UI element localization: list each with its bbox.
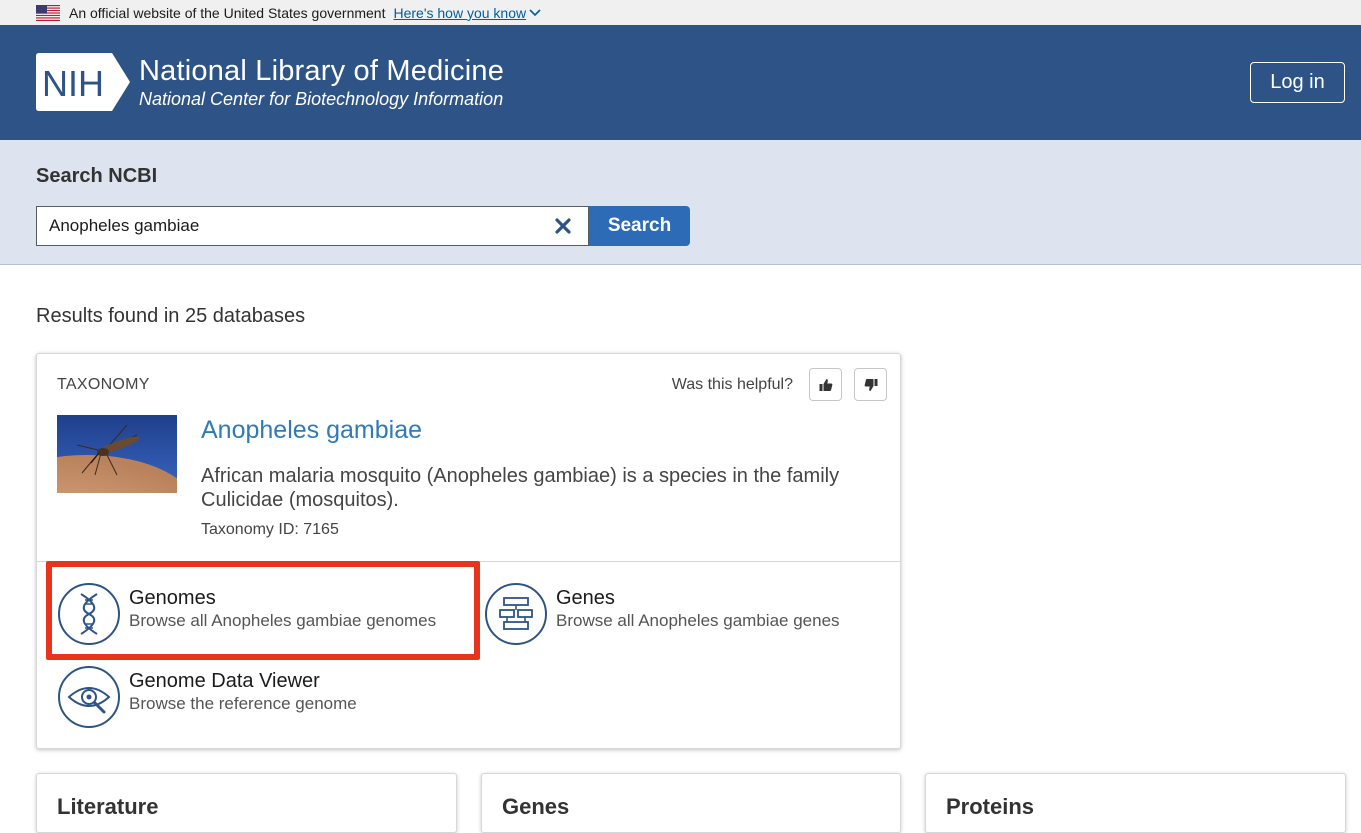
genes-title: Genes [556,587,615,609]
search-label: Search NCBI [36,165,158,187]
taxonomy-id: Taxonomy ID: 7165 [201,521,339,538]
nih-badge-icon: NIH [36,53,130,111]
taxonomy-title-link[interactable]: Anopheles gambiae [201,416,422,445]
gov-banner-text: An official website of the United States… [69,4,386,21]
genomes-title: Genomes [129,587,216,609]
gov-banner: An official website of the United States… [0,0,1361,25]
eye-search-icon [58,666,120,728]
search-input-value: Anopheles gambiae [49,216,200,235]
genomes-link[interactable]: Genomes Browse all Anopheles gambiae gen… [57,582,436,646]
genome-data-viewer-subtitle: Browse the reference genome [129,694,357,713]
literature-card-title: Literature [57,794,159,819]
genes-card[interactable]: Genes [481,773,901,833]
heres-how-you-know-label: Here's how you know [393,4,527,21]
dna-icon [58,583,120,645]
proteins-card[interactable]: Proteins [925,773,1346,833]
login-button[interactable]: Log in [1250,62,1345,103]
us-flag-icon [36,4,60,21]
chevron-down-icon [529,8,541,16]
gene-structure-icon [485,583,547,645]
card-divider [37,561,900,562]
search-input[interactable]: Anopheles gambiae [36,206,589,246]
proteins-card-title: Proteins [946,794,1035,819]
card-kicker: TAXONOMY [57,376,150,393]
results-summary: Results found in 25 databases [36,305,306,327]
site-subtitle: National Center for Biotechnology Inform… [139,89,504,109]
taxonomy-card: TAXONOMY Was this helpful? Anopheles gam… [36,353,901,749]
site-title: National Library of Medicine [139,55,505,87]
mosquito-image[interactable] [57,415,177,493]
search-section: Search NCBI Anopheles gambiae Search [0,140,1361,265]
genes-link[interactable]: Genes Browse all Anopheles gambiae genes [484,582,840,646]
taxonomy-description: African malaria mosquito (Anopheles gamb… [201,465,840,511]
heres-how-you-know-link[interactable]: Here's how you know [393,5,541,21]
helpful-prompt: Was this helpful? [671,376,793,393]
thumbs-up-button[interactable] [809,368,842,401]
nlm-logo[interactable]: NIH National Library of Medicine Nationa… [36,53,504,111]
literature-card[interactable]: Literature [36,773,457,833]
thumbs-down-icon [864,378,877,391]
genome-data-viewer-title: Genome Data Viewer [129,670,320,692]
genes-card-title: Genes [502,794,570,819]
thumbs-down-button[interactable] [854,368,887,401]
genes-subtitle: Browse all Anopheles gambiae genes [556,611,840,630]
site-header: NIH National Library of Medicine Nationa… [0,25,1361,140]
genomes-subtitle: Browse all Anopheles gambiae genomes [129,611,437,630]
genome-data-viewer-link[interactable]: Genome Data Viewer Browse the reference … [57,665,357,729]
clear-search-icon[interactable] [554,217,572,235]
thumbs-up-icon [819,378,832,391]
search-button[interactable]: Search [589,206,690,246]
nih-badge-label: NIH [42,63,104,104]
